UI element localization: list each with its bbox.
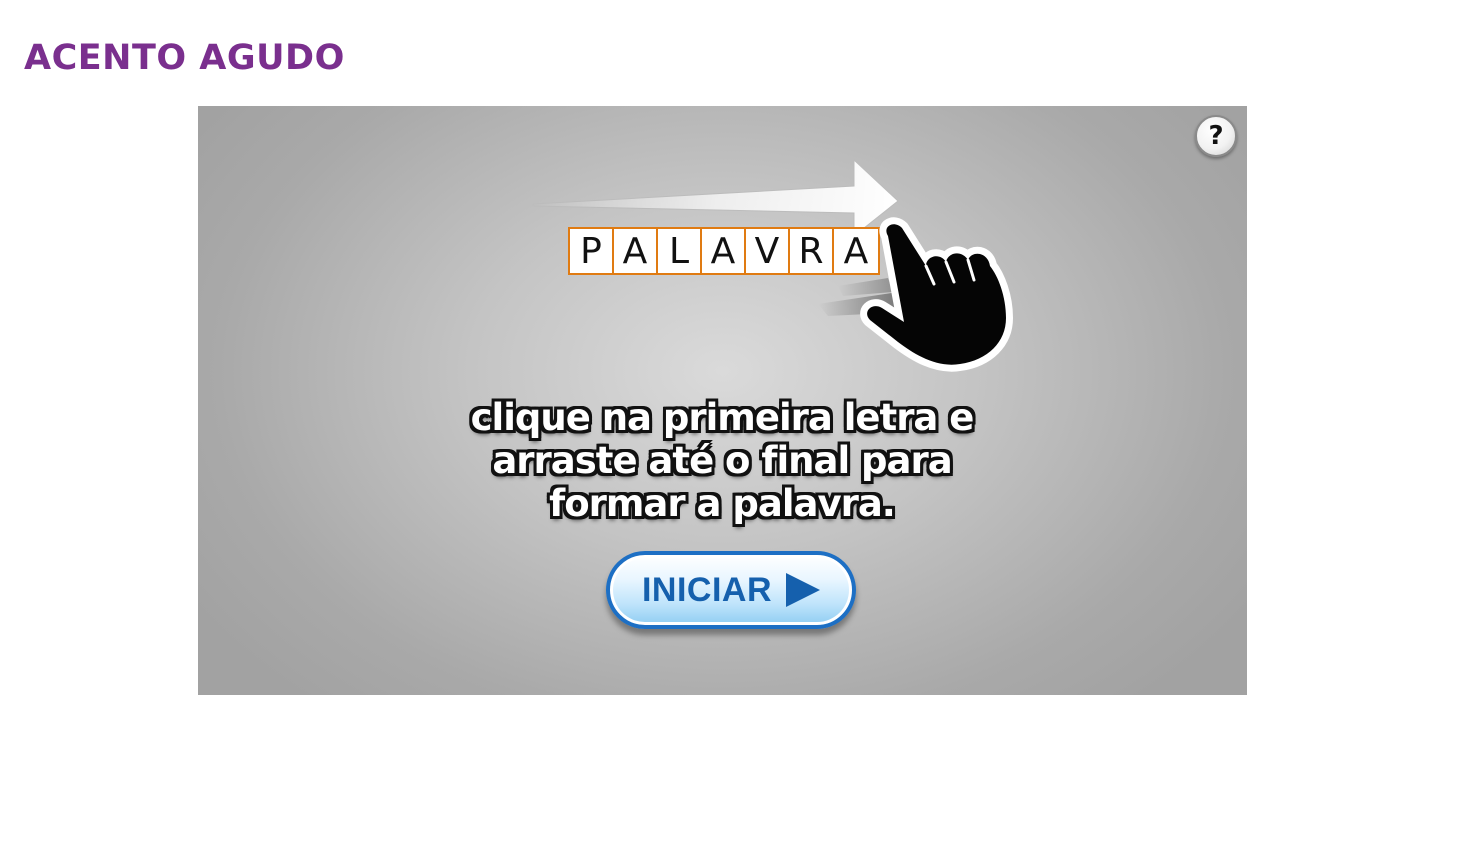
- page-title: ACENTO AGUDO: [24, 38, 345, 78]
- play-triangle-icon: [786, 573, 821, 607]
- question-mark-icon: ?: [1208, 121, 1224, 151]
- start-button-label: INICIAR: [641, 570, 773, 609]
- help-button[interactable]: ?: [1195, 115, 1237, 157]
- game-stage[interactable]: P A L A V R A ? clique na primeira letra…: [198, 106, 1247, 695]
- start-button[interactable]: INICIAR: [606, 551, 856, 629]
- instructions-text: clique na primeira letra e arraste até o…: [470, 396, 975, 525]
